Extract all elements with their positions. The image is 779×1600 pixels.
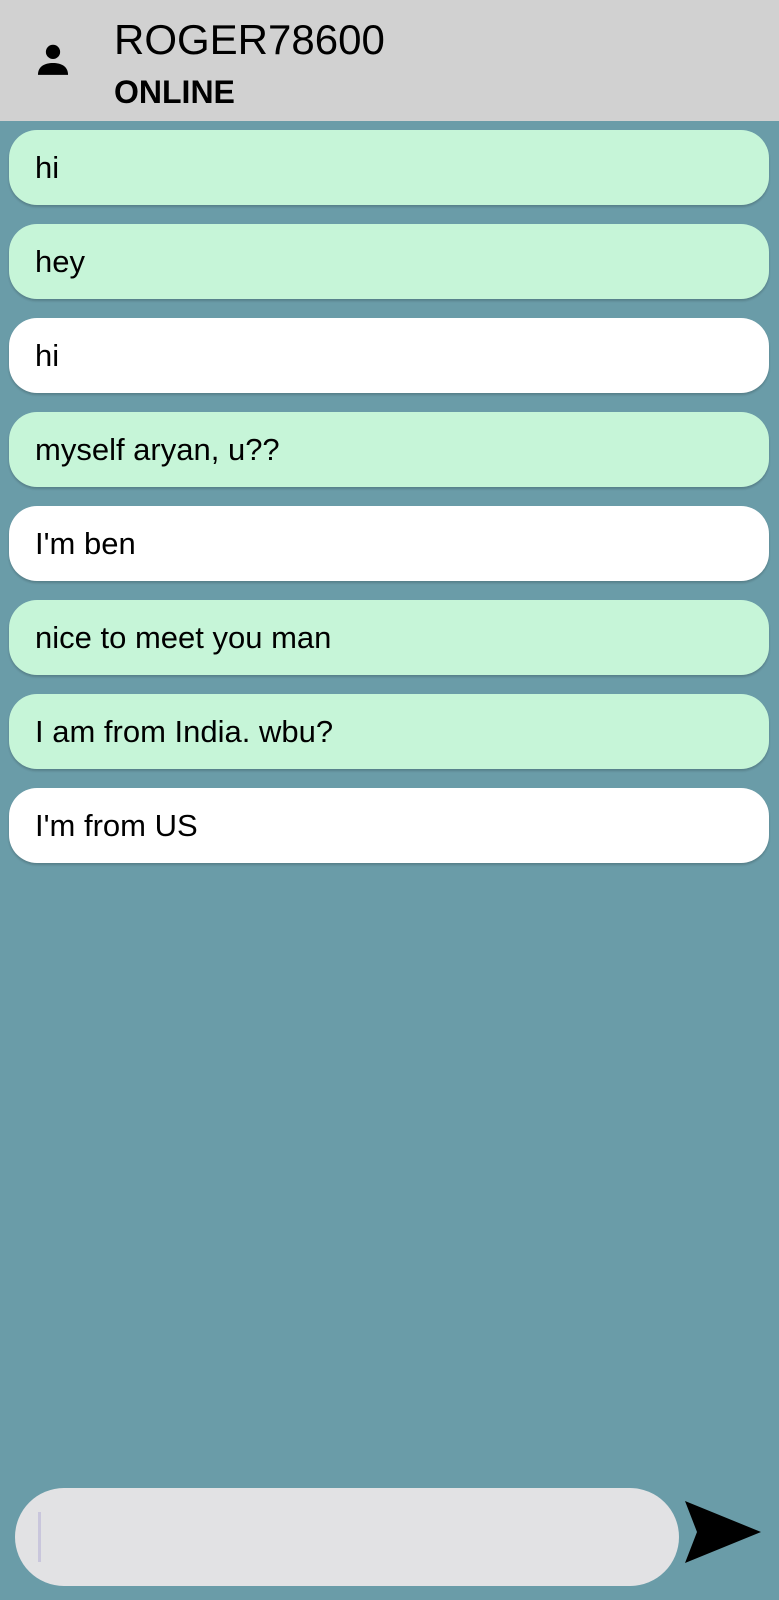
message-bubble[interactable]: nice to meet you man bbox=[9, 600, 769, 675]
message-text: hi bbox=[35, 149, 60, 185]
message-text: I'm ben bbox=[35, 525, 136, 561]
message-text: myself aryan, u?? bbox=[35, 431, 280, 467]
message-text: hey bbox=[35, 243, 85, 279]
message-list: hi hey hi myself aryan, u?? I'm ben nice… bbox=[9, 130, 769, 882]
message-bubble[interactable]: myself aryan, u?? bbox=[9, 412, 769, 487]
contact-status: ONLINE bbox=[114, 74, 235, 110]
message-input[interactable] bbox=[39, 1506, 643, 1568]
message-input-container[interactable] bbox=[15, 1488, 679, 1586]
message-text: I'm from US bbox=[35, 807, 198, 843]
message-bubble[interactable]: hi bbox=[9, 130, 769, 205]
chat-header: ROGER78600 ONLINE bbox=[0, 0, 779, 121]
message-text: hi bbox=[35, 337, 60, 373]
message-bubble[interactable]: hi bbox=[9, 318, 769, 393]
message-text: I am from India. wbu? bbox=[35, 713, 334, 749]
message-text: nice to meet you man bbox=[35, 619, 332, 655]
message-bubble[interactable]: I'm from US bbox=[9, 788, 769, 863]
contact-name: ROGER78600 bbox=[114, 16, 385, 63]
text-cursor bbox=[38, 1512, 41, 1562]
message-bubble[interactable]: hey bbox=[9, 224, 769, 299]
person-icon[interactable] bbox=[34, 40, 72, 78]
send-icon[interactable] bbox=[683, 1497, 763, 1567]
message-bubble[interactable]: I am from India. wbu? bbox=[9, 694, 769, 769]
message-bubble[interactable]: I'm ben bbox=[9, 506, 769, 581]
